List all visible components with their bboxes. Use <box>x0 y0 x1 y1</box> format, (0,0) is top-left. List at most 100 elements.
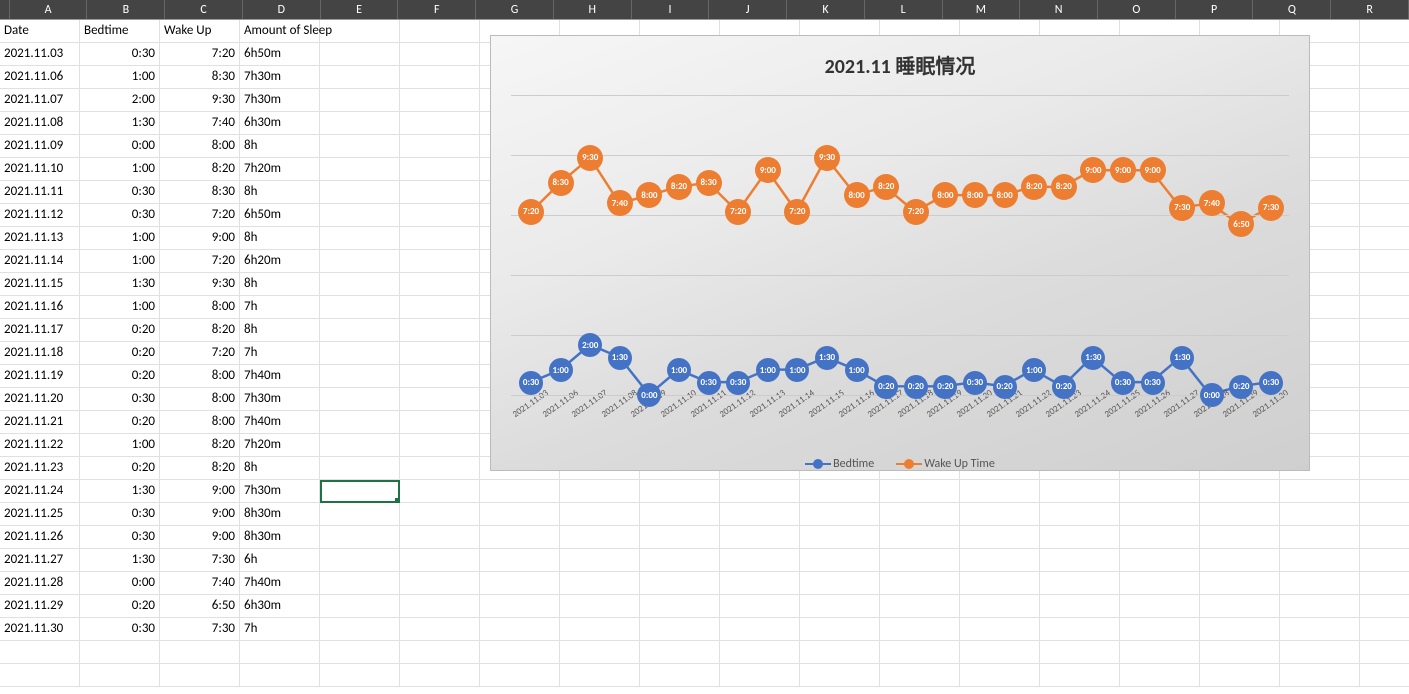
cell-B28[interactable] <box>80 641 160 664</box>
cell-G27[interactable] <box>480 618 560 641</box>
cell-C11[interactable]: 7:20 <box>160 250 240 273</box>
cell-J25[interactable] <box>720 572 800 595</box>
cell-F2[interactable] <box>400 43 480 66</box>
cell-P28[interactable] <box>1200 641 1280 664</box>
cell-B14[interactable]: 0:20 <box>80 319 160 342</box>
cell-D18[interactable]: 7h40m <box>240 411 320 434</box>
cell-H27[interactable] <box>560 618 640 641</box>
cell-D19[interactable]: 7h20m <box>240 434 320 457</box>
cell-E13[interactable] <box>320 296 400 319</box>
cell-R10[interactable] <box>1360 227 1409 250</box>
col-header-D[interactable]: D <box>243 0 321 19</box>
cell-D15[interactable]: 7h <box>240 342 320 365</box>
cell-Q24[interactable] <box>1280 549 1360 572</box>
cell-B29[interactable] <box>80 664 160 687</box>
cell-A12[interactable]: 2021.11.15 <box>0 273 80 296</box>
cell-I22[interactable] <box>640 503 720 526</box>
cell-L23[interactable] <box>880 526 960 549</box>
cell-B11[interactable]: 1:00 <box>80 250 160 273</box>
cell-A28[interactable] <box>0 641 80 664</box>
cell-D20[interactable]: 8h <box>240 457 320 480</box>
cell-B17[interactable]: 0:30 <box>80 388 160 411</box>
cell-A13[interactable]: 2021.11.16 <box>0 296 80 319</box>
cell-F21[interactable] <box>400 480 480 503</box>
cell-R1[interactable] <box>1360 20 1409 43</box>
sleep-chart[interactable]: 2021.11 睡眠情况 2021.11.032021.11.062021.11… <box>490 35 1310 471</box>
cell-G23[interactable] <box>480 526 560 549</box>
col-header-P[interactable]: P <box>1176 0 1254 19</box>
cell-C4[interactable]: 9:30 <box>160 89 240 112</box>
cell-E24[interactable] <box>320 549 400 572</box>
cell-A16[interactable]: 2021.11.19 <box>0 365 80 388</box>
cell-E17[interactable] <box>320 388 400 411</box>
cell-M22[interactable] <box>960 503 1040 526</box>
cell-B6[interactable]: 0:00 <box>80 135 160 158</box>
cell-R22[interactable] <box>1360 503 1409 526</box>
cell-L21[interactable] <box>880 480 960 503</box>
cell-J26[interactable] <box>720 595 800 618</box>
cell-H28[interactable] <box>560 641 640 664</box>
cell-I26[interactable] <box>640 595 720 618</box>
cell-D1[interactable]: Amount of Sleep <box>240 20 320 43</box>
cell-R2[interactable] <box>1360 43 1409 66</box>
cell-A7[interactable]: 2021.11.10 <box>0 158 80 181</box>
cell-C16[interactable]: 8:00 <box>160 365 240 388</box>
cell-F25[interactable] <box>400 572 480 595</box>
cell-D11[interactable]: 6h20m <box>240 250 320 273</box>
col-header-A[interactable]: A <box>10 0 88 19</box>
cell-A26[interactable]: 2021.11.29 <box>0 595 80 618</box>
cell-F24[interactable] <box>400 549 480 572</box>
cell-N28[interactable] <box>1040 641 1120 664</box>
cell-E14[interactable] <box>320 319 400 342</box>
cell-D14[interactable]: 8h <box>240 319 320 342</box>
cell-B5[interactable]: 1:30 <box>80 112 160 135</box>
cell-E27[interactable] <box>320 618 400 641</box>
cell-F23[interactable] <box>400 526 480 549</box>
cell-D5[interactable]: 6h30m <box>240 112 320 135</box>
cell-O25[interactable] <box>1120 572 1200 595</box>
cell-B10[interactable]: 1:00 <box>80 227 160 250</box>
cell-F15[interactable] <box>400 342 480 365</box>
cell-L27[interactable] <box>880 618 960 641</box>
cell-B9[interactable]: 0:30 <box>80 204 160 227</box>
cell-R14[interactable] <box>1360 319 1409 342</box>
cell-R13[interactable] <box>1360 296 1409 319</box>
cell-A15[interactable]: 2021.11.18 <box>0 342 80 365</box>
cell-B12[interactable]: 1:30 <box>80 273 160 296</box>
cell-J23[interactable] <box>720 526 800 549</box>
cell-I24[interactable] <box>640 549 720 572</box>
cell-R12[interactable] <box>1360 273 1409 296</box>
cell-B23[interactable]: 0:30 <box>80 526 160 549</box>
cell-A17[interactable]: 2021.11.20 <box>0 388 80 411</box>
cell-R23[interactable] <box>1360 526 1409 549</box>
cell-R9[interactable] <box>1360 204 1409 227</box>
cell-G28[interactable] <box>480 641 560 664</box>
cell-G26[interactable] <box>480 595 560 618</box>
cell-I28[interactable] <box>640 641 720 664</box>
cell-F9[interactable] <box>400 204 480 227</box>
cell-J21[interactable] <box>720 480 800 503</box>
cell-A23[interactable]: 2021.11.26 <box>0 526 80 549</box>
cell-R29[interactable] <box>1360 664 1409 687</box>
cell-I27[interactable] <box>640 618 720 641</box>
cell-A20[interactable]: 2021.11.23 <box>0 457 80 480</box>
cell-H29[interactable] <box>560 664 640 687</box>
cell-O22[interactable] <box>1120 503 1200 526</box>
cell-C25[interactable]: 7:40 <box>160 572 240 595</box>
cell-M21[interactable] <box>960 480 1040 503</box>
cell-R28[interactable] <box>1360 641 1409 664</box>
cell-E28[interactable] <box>320 641 400 664</box>
cell-E10[interactable] <box>320 227 400 250</box>
cell-E20[interactable] <box>320 457 400 480</box>
cell-B7[interactable]: 1:00 <box>80 158 160 181</box>
cell-I29[interactable] <box>640 664 720 687</box>
col-header-O[interactable]: O <box>1098 0 1176 19</box>
cell-I21[interactable] <box>640 480 720 503</box>
cell-D17[interactable]: 7h30m <box>240 388 320 411</box>
cell-N23[interactable] <box>1040 526 1120 549</box>
cell-I23[interactable] <box>640 526 720 549</box>
cell-N27[interactable] <box>1040 618 1120 641</box>
cell-E4[interactable] <box>320 89 400 112</box>
cell-C19[interactable]: 8:20 <box>160 434 240 457</box>
cell-L28[interactable] <box>880 641 960 664</box>
